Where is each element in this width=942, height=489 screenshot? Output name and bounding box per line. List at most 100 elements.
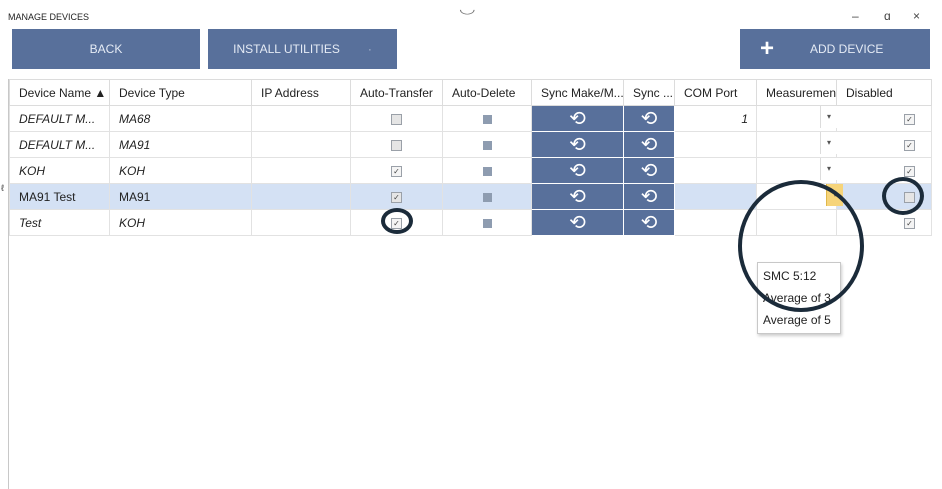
sync-make-model-button[interactable]: ⟲	[531, 105, 624, 132]
dropdown-option[interactable]: Average of 3	[758, 287, 840, 309]
add-device-label: ADD DEVICE	[810, 42, 884, 56]
sync-button[interactable]: ⟲	[623, 131, 675, 158]
cell-auto-transfer[interactable]: ✓	[350, 157, 443, 184]
back-button[interactable]: BACK	[12, 29, 200, 69]
disabled-checkbox[interactable]: ✓	[904, 113, 915, 125]
auto-transfer-checkbox[interactable]: ✓	[391, 217, 402, 229]
cell-disabled[interactable]: ✓	[836, 105, 932, 132]
cell-com-port[interactable]: 1	[674, 105, 757, 132]
auto-delete-checkbox[interactable]	[482, 218, 492, 228]
table-row[interactable]: DEFAULT M... MA68 ⟲ ⟲ 1 ✓	[9, 105, 932, 132]
cell-ip-address[interactable]	[251, 105, 351, 132]
col-measurement[interactable]: Measuremen...	[756, 79, 837, 106]
col-com-port[interactable]: COM Port	[674, 79, 757, 106]
sync-make-model-button[interactable]: ⟲	[531, 209, 624, 236]
chevron-down-icon[interactable]: ▾	[826, 184, 843, 206]
col-auto-transfer[interactable]: Auto-Transfer	[350, 79, 443, 106]
sync-button[interactable]: ⟲	[623, 157, 675, 184]
cell-device-name[interactable]: DEFAULT M...	[9, 105, 110, 132]
window-title: MANAGE DEVICES	[8, 12, 90, 22]
auto-transfer-checkbox[interactable]: ✓	[391, 165, 402, 177]
col-device-type[interactable]: Device Type	[109, 79, 252, 106]
sync-make-model-button[interactable]: ⟲	[531, 131, 624, 158]
header-row: Device Name ▲ Device Type IP Address Aut…	[9, 79, 932, 106]
cell-ip-address[interactable]	[251, 209, 351, 236]
cell-ip-address[interactable]	[251, 157, 351, 184]
col-ip-address[interactable]: IP Address	[251, 79, 351, 106]
chevron-down-icon[interactable]: ▾	[820, 106, 837, 128]
install-utilities-button[interactable]: INSTALL UTILITIES ·	[208, 29, 397, 69]
cell-auto-transfer[interactable]	[350, 105, 443, 132]
auto-transfer-checkbox[interactable]	[391, 113, 402, 125]
chevron-down-icon[interactable]: ▾	[820, 132, 837, 154]
cell-device-name[interactable]: KOH	[9, 157, 110, 184]
maximize-button[interactable]: ɑ	[884, 9, 891, 23]
cell-measurement[interactable]	[756, 209, 837, 236]
cell-auto-transfer[interactable]: ✓	[350, 209, 443, 236]
cell-device-name[interactable]: Test	[9, 209, 110, 236]
disabled-checkbox[interactable]	[904, 191, 915, 203]
cell-com-port[interactable]	[674, 209, 757, 236]
cell-disabled[interactable]: ✓	[836, 157, 932, 184]
cell-auto-transfer[interactable]	[350, 131, 443, 158]
close-button[interactable]: ×	[913, 9, 920, 23]
row-edit-indicator-icon: ℓ	[1, 183, 4, 193]
measurement-dropdown-list: SMC 5:12 Average of 3 Average of 5	[757, 262, 841, 334]
cell-device-type[interactable]: MA91	[109, 183, 252, 210]
disabled-checkbox[interactable]: ✓	[904, 165, 915, 177]
disabled-checkbox[interactable]: ✓	[904, 217, 915, 229]
sync-make-model-button[interactable]: ⟲	[531, 157, 624, 184]
col-sync-make-model[interactable]: Sync Make/M...	[531, 79, 624, 106]
cell-com-port[interactable]	[674, 183, 757, 210]
devices-table: Device Name ▲ Device Type IP Address Aut…	[9, 79, 932, 236]
add-device-button[interactable]: + ADD DEVICE	[740, 29, 930, 69]
cell-device-type[interactable]: MA68	[109, 105, 252, 132]
auto-transfer-checkbox[interactable]	[391, 139, 402, 151]
col-device-name[interactable]: Device Name ▲	[9, 79, 110, 106]
col-disabled[interactable]: Disabled	[836, 79, 932, 106]
dropdown-arrow-icon: ·	[367, 42, 372, 56]
cell-auto-transfer[interactable]: ✓	[350, 183, 443, 210]
install-utilities-label: INSTALL UTILITIES	[233, 42, 340, 56]
table-row[interactable]: Test KOH ✓ ⟲ ⟲ ✓	[9, 209, 932, 236]
cell-measurement[interactable]	[756, 183, 837, 210]
col-sync[interactable]: Sync ...	[623, 79, 675, 106]
cell-com-port[interactable]	[674, 131, 757, 158]
cell-com-port[interactable]	[674, 157, 757, 184]
disabled-checkbox[interactable]: ✓	[904, 139, 915, 151]
cell-device-type[interactable]: MA91	[109, 131, 252, 158]
plus-icon: +	[760, 35, 775, 62]
table-row-selected[interactable]: MA91 Test MA91 ✓ ⟲ ⟲	[9, 183, 932, 210]
chevron-down-icon[interactable]: ▾	[820, 158, 837, 180]
cell-ip-address[interactable]	[251, 183, 351, 210]
col-auto-delete[interactable]: Auto-Delete	[442, 79, 532, 106]
cell-device-type[interactable]: KOH	[109, 157, 252, 184]
cell-device-type[interactable]: KOH	[109, 209, 252, 236]
auto-transfer-checkbox[interactable]: ✓	[391, 191, 402, 203]
sync-button[interactable]: ⟲	[623, 209, 675, 236]
dropdown-option[interactable]: SMC 5:12	[758, 265, 840, 287]
cell-auto-delete[interactable]	[442, 209, 532, 236]
sync-button[interactable]: ⟲	[623, 183, 675, 210]
cell-auto-delete[interactable]	[442, 131, 532, 158]
cell-auto-delete[interactable]	[442, 183, 532, 210]
minimize-button[interactable]: –	[852, 9, 859, 23]
sync-button[interactable]: ⟲	[623, 105, 675, 132]
table-row[interactable]: KOH KOH ✓ ⟲ ⟲ ✓	[9, 157, 932, 184]
auto-delete-checkbox[interactable]	[482, 166, 492, 176]
cell-device-name[interactable]: DEFAULT M...	[9, 131, 110, 158]
table-row[interactable]: DEFAULT M... MA91 ⟲ ⟲ ✓	[9, 131, 932, 158]
cell-disabled[interactable]	[836, 183, 932, 210]
auto-delete-checkbox[interactable]	[482, 192, 492, 202]
cell-disabled[interactable]: ✓	[836, 131, 932, 158]
cell-auto-delete[interactable]	[442, 105, 532, 132]
collapse-chevron-icon[interactable]: ◡	[459, 2, 476, 16]
cell-device-name[interactable]: MA91 Test	[9, 183, 110, 210]
auto-delete-checkbox[interactable]	[482, 114, 492, 124]
sync-make-model-button[interactable]: ⟲	[531, 183, 624, 210]
dropdown-option[interactable]: Average of 5	[758, 309, 840, 331]
auto-delete-checkbox[interactable]	[482, 140, 492, 150]
cell-disabled[interactable]: ✓	[836, 209, 932, 236]
cell-ip-address[interactable]	[251, 131, 351, 158]
cell-auto-delete[interactable]	[442, 157, 532, 184]
